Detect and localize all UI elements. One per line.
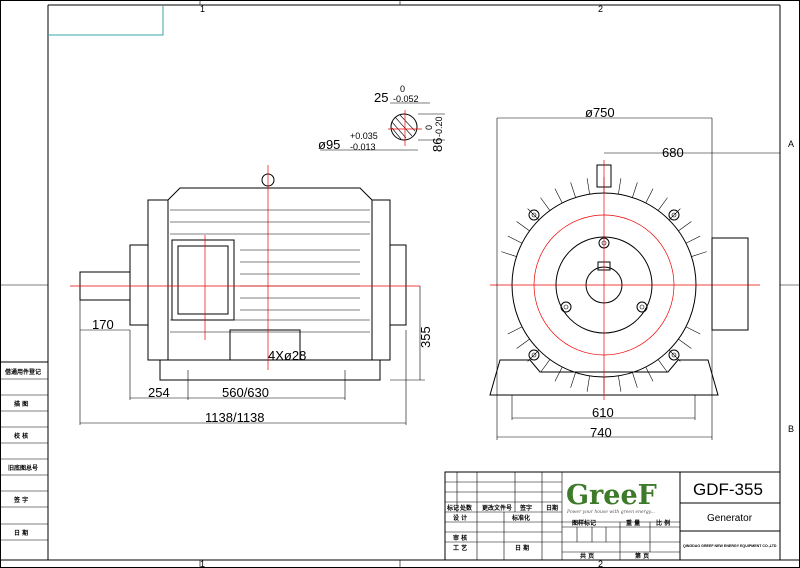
logo-slogan: Power your house with green energy... [566, 509, 655, 515]
weight-label: 重 量 [626, 519, 640, 527]
depth-tol-upper: 0 [424, 125, 434, 130]
zone-1-top: 1 [200, 4, 205, 14]
rev-header: 签字 [519, 504, 532, 512]
review-label: 审 核 [453, 534, 467, 542]
rev-header: 更改文件号 [482, 504, 512, 512]
depth-dim: 86 [430, 138, 445, 152]
model-number: GDF-355 [693, 480, 763, 499]
product-name: Generator [707, 513, 753, 524]
foot-span-dim: 560/630 [222, 385, 269, 400]
rev-header: 标记 [446, 504, 459, 512]
strip-label: 旧底图总号 [8, 464, 38, 472]
standard-label: 标准化 [511, 514, 530, 522]
strip-label: 借通用件登记 [4, 368, 41, 376]
greef-logo: GreeF [566, 480, 657, 511]
left-strip [0, 361, 48, 541]
total-sheets-label: 共 页 [580, 552, 594, 560]
depth-tol-lower: -0.20 [434, 116, 444, 137]
sheet-label: 第 页 [634, 552, 649, 560]
holes-dim: 4Xø28 [268, 348, 306, 363]
shaft-tol-lower: -0.013 [350, 142, 376, 152]
shaft-dia-dim: ø95 [318, 137, 340, 152]
foot-width-dim: 610 [592, 405, 614, 420]
key-tol-upper: 0 [400, 84, 405, 94]
strip-label: 日 期 [14, 529, 28, 537]
height-dim: 355 [418, 326, 433, 348]
key-width-dim: 25 [374, 90, 388, 105]
company-name: QINGDAO GREEF NEW ENERGY EQUIPMENT CO.,L… [683, 544, 777, 548]
total-length-dim: 1138/1138 [205, 410, 265, 425]
base-width-dim: 740 [590, 425, 612, 440]
strip-label: 签 字 [13, 496, 28, 504]
front-view [489, 117, 780, 440]
rev-header: 日期 [546, 504, 558, 512]
design-label: 设 计 [453, 514, 467, 522]
key-tol-lower: -0.052 [393, 94, 419, 104]
zone-2-top: 2 [598, 4, 603, 14]
mark-label: 图样标记 [572, 519, 596, 527]
zone-A: A [788, 139, 794, 149]
date-label: 日 期 [515, 544, 529, 552]
zone-B: B [788, 424, 794, 434]
shaft-length-dim: 170 [92, 317, 114, 332]
diameter-dim: ø750 [585, 105, 615, 120]
process-label: 工 艺 [453, 544, 467, 552]
scale-label: 比 例 [656, 519, 670, 527]
shaft-tol-upper: +0.035 [350, 131, 378, 141]
strip-label: 描 图 [14, 400, 28, 408]
zone-1-bottom: 1 [200, 559, 205, 568]
strip-label: 校 核 [14, 432, 28, 440]
rev-header: 处数 [459, 504, 473, 512]
generator-drawing: 1 2 1 2 A B 借通用件登记 描 图 校 核 旧底图总号 签 字 日 期… [0, 0, 800, 568]
box-width-dim: 680 [662, 145, 684, 160]
foot-offset-dim: 254 [148, 385, 170, 400]
